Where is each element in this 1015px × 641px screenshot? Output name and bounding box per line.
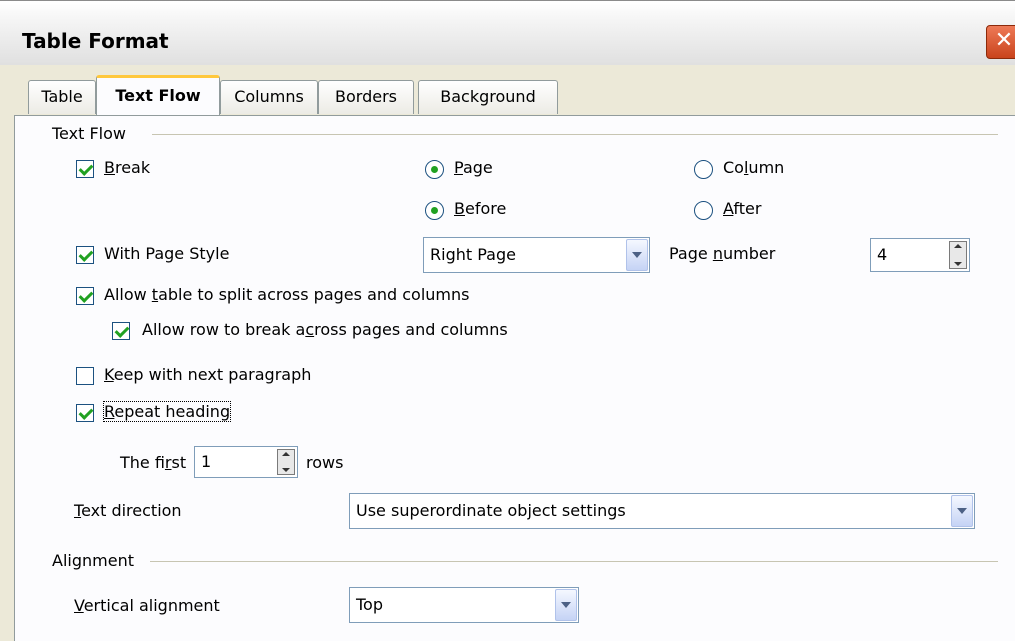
first-rows-value: 1 [201,452,212,471]
page-style-value: Right Page [430,245,516,264]
allow-row-break-checkbox[interactable] [112,322,130,340]
close-button[interactable]: ✕ [986,25,1015,59]
page-number-spinner[interactable]: 4 [870,238,970,272]
page-radio-label: Page [454,158,493,177]
group-divider [150,561,998,562]
page-number-value: 4 [877,245,888,264]
rows-label: rows [306,453,344,472]
chevron-down-icon[interactable] [951,495,973,527]
tab-label: Table [41,87,83,106]
with-page-style-label: With Page Style [104,244,230,263]
tab-label: Background [440,87,536,106]
tab-label: Borders [335,87,397,106]
tab-label: Columns [234,87,304,106]
first-rows-label: The first [120,453,187,472]
vertical-alignment-value: Top [356,595,383,614]
allow-split-label: Allow table to split across pages and co… [104,285,470,304]
after-radio-label: After [723,199,762,218]
page-number-label: Page number [669,244,776,263]
vertical-alignment-select[interactable]: Top [349,587,579,623]
vertical-alignment-label: Vertical alignment [74,596,220,615]
tab-borders[interactable]: Borders [318,80,414,114]
break-checkbox[interactable] [76,160,94,178]
repeat-heading-checkbox[interactable] [76,404,94,422]
before-radio[interactable] [425,201,444,220]
allow-row-break-label: Allow row to break across pages and colu… [142,320,508,339]
table-format-dialog: Table Format ✕ Table Text Flow Columns B… [0,0,1015,641]
keep-next-label: Keep with next paragraph [104,365,312,384]
tab-background[interactable]: Background [418,80,558,114]
text-direction-select[interactable]: Use superordinate object settings [349,493,975,529]
tab-table[interactable]: Table [28,80,96,114]
text-direction-value: Use superordinate object settings [356,501,626,520]
chevron-down-icon[interactable] [626,239,648,271]
column-radio-label: Column [723,158,785,177]
keep-next-checkbox[interactable] [76,367,94,385]
group-divider [152,134,998,135]
tab-text-flow[interactable]: Text Flow [96,75,220,115]
close-icon: ✕ [994,28,1014,53]
text-direction-label: Text direction [74,501,182,520]
spinner-arrows-icon[interactable] [277,449,295,475]
tab-columns[interactable]: Columns [220,80,318,114]
with-page-style-checkbox[interactable] [76,246,94,264]
allow-split-checkbox[interactable] [76,287,94,305]
spinner-arrows-icon[interactable] [949,241,967,269]
page-radio[interactable] [425,160,444,179]
column-radio[interactable] [694,160,713,179]
tab-label: Text Flow [115,86,201,105]
group-label-text-flow: Text Flow [52,124,126,143]
chevron-down-icon[interactable] [555,589,577,621]
title-bar[interactable]: Table Format ✕ [0,0,1015,65]
first-rows-spinner[interactable]: 1 [194,446,298,478]
after-radio[interactable] [694,201,713,220]
dialog-title: Table Format [22,29,169,53]
before-radio-label: Before [454,199,507,218]
repeat-heading-label: Repeat heading [102,401,232,422]
page-style-select[interactable]: Right Page [423,237,650,273]
group-label-alignment: Alignment [52,551,134,570]
break-label: Break [104,158,151,177]
